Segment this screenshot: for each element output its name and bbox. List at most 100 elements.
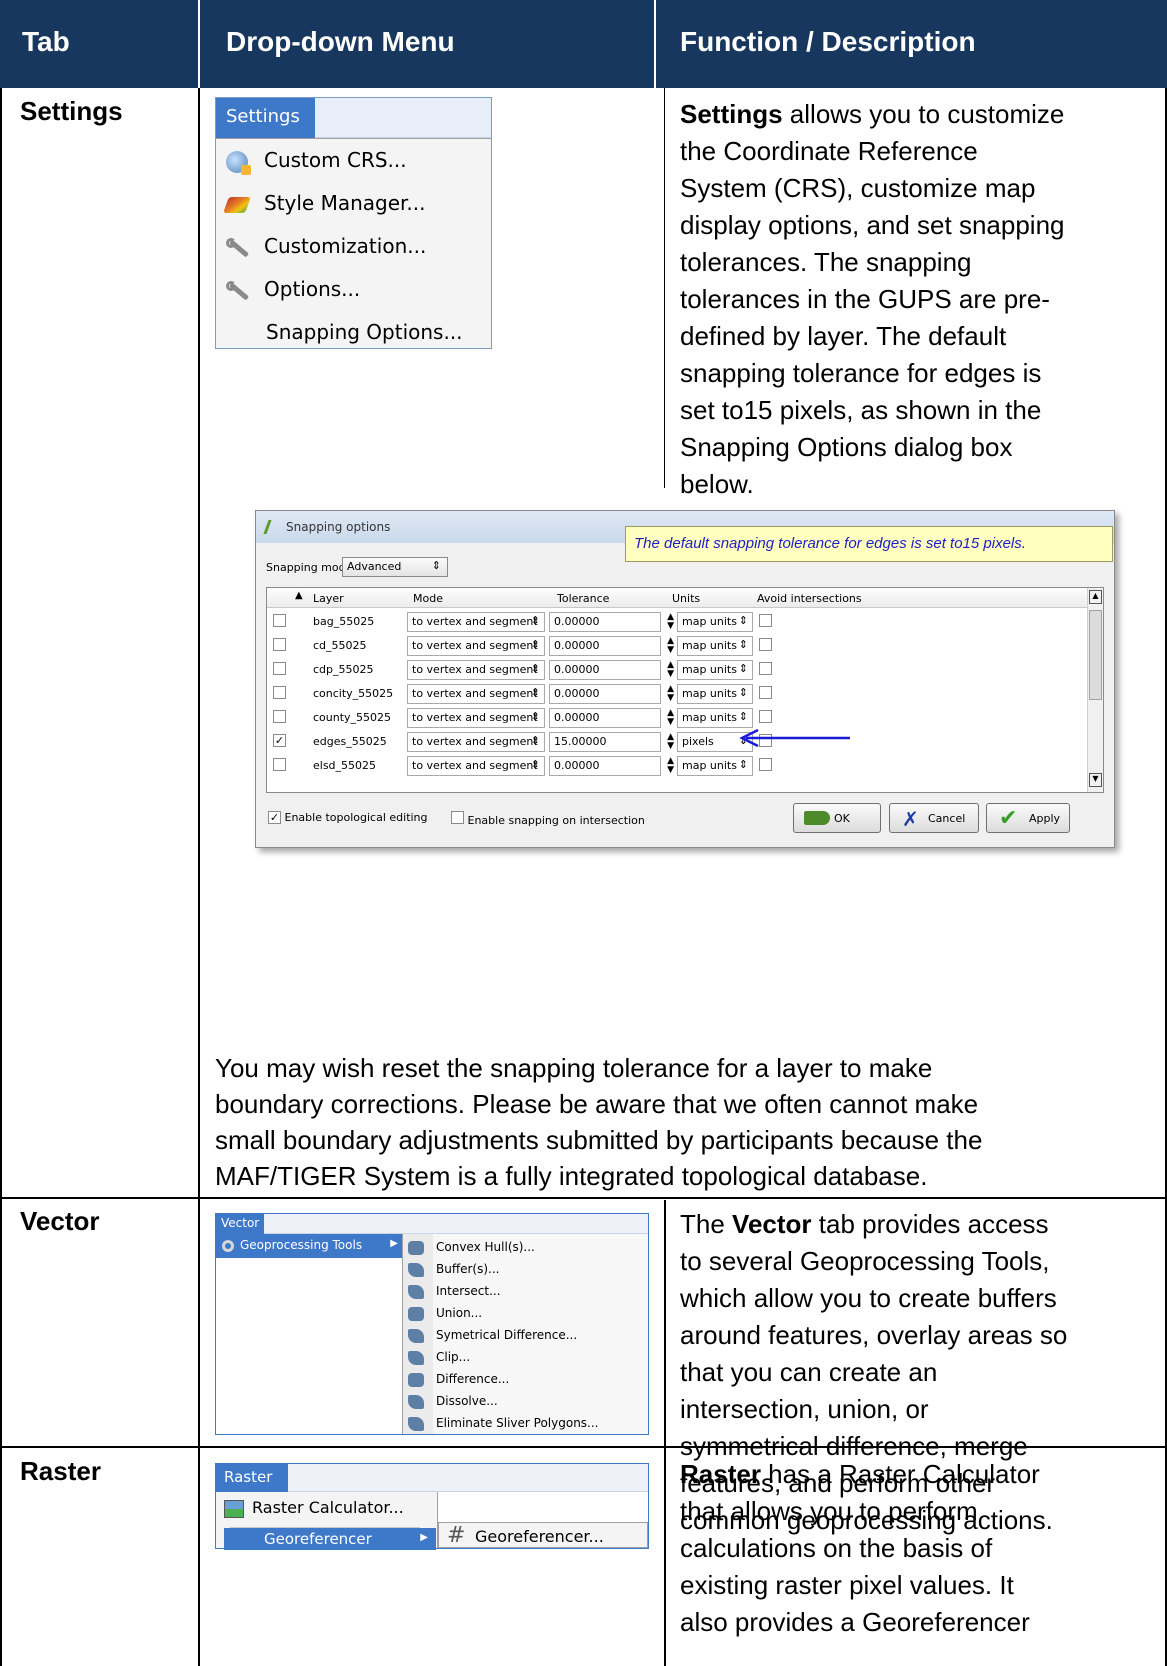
layer-name: bag_55025 — [313, 615, 375, 628]
col-tolerance[interactable]: Tolerance — [557, 592, 609, 605]
avoid-intersections-checkbox[interactable] — [759, 638, 772, 651]
layer-table: ▲ Layer Mode Tolerance Units Avoid inter… — [266, 587, 1104, 793]
row-checkbox[interactable] — [273, 638, 286, 651]
raster-menu-title[interactable]: Raster — [216, 1464, 288, 1492]
geoprocessing-menu-item[interactable]: Symetrical Difference... — [408, 1328, 577, 1343]
geoprocessing-menu-item[interactable]: Dissolve... — [408, 1394, 498, 1409]
menu-item-custom-crs[interactable]: Custom CRS... — [226, 148, 407, 175]
geoprocessing-menu-item[interactable]: Clip... — [408, 1350, 470, 1365]
georeferencer-submenu-item[interactable]: Georeferencer ▶ — [224, 1528, 436, 1550]
topological-editing-option[interactable]: ✓ Enable topological editing — [268, 811, 428, 824]
row-checkbox[interactable] — [273, 710, 286, 723]
mode-select[interactable]: to vertex and segment ⇕ — [407, 612, 545, 632]
units-select[interactable]: map units ⇕ — [677, 636, 753, 656]
mode-select[interactable]: to vertex and segment ⇕ — [407, 708, 545, 728]
scroll-up-icon[interactable]: ▲ — [1089, 590, 1102, 604]
tolerance-input[interactable]: 0.00000 ▲ ▼ — [549, 612, 674, 632]
spinner-icon[interactable]: ▲ ▼ — [667, 757, 674, 775]
snapping-intersection-option[interactable]: Enable snapping on intersection — [451, 811, 645, 827]
updown-icon: ⇕ — [738, 686, 748, 699]
col-units[interactable]: Units — [672, 592, 700, 605]
raster-calculator-item[interactable]: Raster Calculator... — [224, 1498, 404, 1518]
geoprocessing-menu-item[interactable]: Buffer(s)... — [408, 1262, 499, 1277]
menu-item-options[interactable]: Options... — [226, 277, 360, 303]
tolerance-input[interactable]: 0.00000 ▲ ▼ — [549, 636, 674, 656]
geoprocessing-shape-icon — [408, 1306, 424, 1321]
raster-menu: Raster Raster Calculator... Georeference… — [215, 1463, 649, 1550]
cancel-x-icon: ✗ — [902, 807, 919, 831]
updown-icon: ⇕ — [530, 734, 540, 747]
mode-select[interactable]: to vertex and segment ⇕ — [407, 756, 545, 776]
spinner-icon[interactable]: ▲ ▼ — [667, 637, 674, 655]
layer-name: edges_55025 — [313, 735, 387, 748]
grid-line — [664, 88, 665, 488]
spinner-icon[interactable]: ▲ ▼ — [667, 709, 674, 727]
avoid-intersections-checkbox[interactable] — [759, 662, 772, 675]
col-layer[interactable]: Layer — [313, 592, 344, 605]
avoid-intersections-checkbox[interactable] — [759, 758, 772, 771]
table-header: Tab Drop-down Menu Function / Descriptio… — [0, 0, 1167, 88]
scroll-thumb[interactable] — [1089, 610, 1102, 700]
col-mode[interactable]: Mode — [413, 592, 443, 605]
spinner-icon[interactable]: ▲ ▼ — [667, 685, 674, 703]
tolerance-input[interactable]: 15.00000 ▲ ▼ — [549, 732, 674, 752]
updown-icon: ⇕ — [738, 758, 748, 771]
mode-select[interactable]: to vertex and segment ⇕ — [407, 732, 545, 752]
table-row: bag_55025 to vertex and segment ⇕ 0.00000 ▲ ▼… — [267, 610, 1089, 634]
units-select[interactable]: map units ⇕ — [677, 684, 753, 704]
updown-icon: ⇕ — [738, 614, 748, 627]
geoprocessing-shape-icon — [408, 1328, 424, 1343]
apply-button[interactable]: ✔ Apply — [986, 803, 1070, 833]
ok-button[interactable]: OK — [793, 803, 881, 833]
raster-description: Raster has a Raster Calculator that allo… — [680, 1459, 1040, 1637]
menu-item-snapping-options[interactable]: Snapping Options... — [266, 320, 463, 344]
spinner-icon[interactable]: ▲ ▼ — [667, 733, 674, 751]
geoprocessing-menu-item[interactable]: Eliminate Sliver Polygons... — [408, 1416, 599, 1431]
col-avoid-intersections[interactable]: Avoid intersections — [757, 592, 862, 605]
geoprocessing-shape-icon — [408, 1416, 424, 1431]
geoprocessing-shape-icon — [408, 1284, 424, 1299]
tolerance-input[interactable]: 0.00000 ▲ ▼ — [549, 660, 674, 680]
tolerance-input[interactable]: 0.00000 ▲ ▼ — [549, 684, 674, 704]
geoprocessing-menu-item[interactable]: Difference... — [408, 1372, 509, 1387]
row-checkbox[interactable] — [273, 686, 286, 699]
snapping-mode-select[interactable]: Advanced ⇕ — [342, 557, 448, 577]
units-select[interactable]: map units ⇕ — [677, 660, 753, 680]
units-select[interactable]: map units ⇕ — [677, 708, 753, 728]
avoid-intersections-checkbox[interactable] — [759, 710, 772, 723]
scroll-down-icon[interactable]: ▼ — [1089, 773, 1102, 787]
units-select[interactable]: map units ⇕ — [677, 612, 753, 632]
row-checkbox[interactable] — [273, 758, 286, 771]
grid-line — [0, 88, 2, 1666]
mode-select[interactable]: to vertex and segment ⇕ — [407, 684, 545, 704]
wrench-icon — [226, 236, 250, 260]
mode-select[interactable]: to vertex and segment ⇕ — [407, 660, 545, 680]
row-checkbox[interactable] — [273, 614, 286, 627]
geoprocessing-menu-item[interactable]: Union... — [408, 1306, 482, 1321]
georeferencer-item[interactable]: # Georeferencer... — [438, 1522, 648, 1548]
tab-raster: Raster — [20, 1456, 101, 1486]
avoid-intersections-checkbox[interactable] — [759, 614, 772, 627]
row-checkbox[interactable] — [273, 662, 286, 675]
row-checkbox[interactable]: ✓ — [273, 734, 286, 747]
updown-icon: ⇕ — [738, 638, 748, 651]
cancel-button[interactable]: ✗ Cancel — [889, 803, 979, 833]
menu-item-customization[interactable]: Customization... — [226, 234, 426, 260]
spinner-icon[interactable]: ▲ ▼ — [667, 613, 674, 631]
vector-menu-title[interactable]: Vector — [216, 1214, 264, 1234]
tolerance-input[interactable]: 0.00000 ▲ ▼ — [549, 708, 674, 728]
intersection-checkbox[interactable] — [451, 811, 464, 824]
geoprocessing-menu-item[interactable]: Intersect... — [408, 1284, 501, 1299]
units-select[interactable]: map units ⇕ — [677, 756, 753, 776]
table-row: ✓ edges_55025 to vertex and segment ⇕ 15.000… — [267, 730, 1089, 754]
settings-menu-title[interactable]: Settings — [216, 98, 315, 138]
avoid-intersections-checkbox[interactable] — [759, 686, 772, 699]
menu-item-style-manager[interactable]: Style Manager... — [223, 191, 426, 215]
geoprocessing-menu-item[interactable]: Convex Hull(s)... — [408, 1240, 535, 1255]
geoprocessing-tools-item[interactable]: Geoprocessing Tools ▶ — [216, 1234, 402, 1258]
spinner-icon[interactable]: ▲ ▼ — [667, 661, 674, 679]
topological-checkbox[interactable]: ✓ — [268, 811, 281, 824]
tolerance-input[interactable]: 0.00000 ▲ ▼ — [549, 756, 674, 776]
table-scrollbar[interactable]: ▲ ▼ — [1087, 588, 1103, 792]
mode-select[interactable]: to vertex and segment ⇕ — [407, 636, 545, 656]
